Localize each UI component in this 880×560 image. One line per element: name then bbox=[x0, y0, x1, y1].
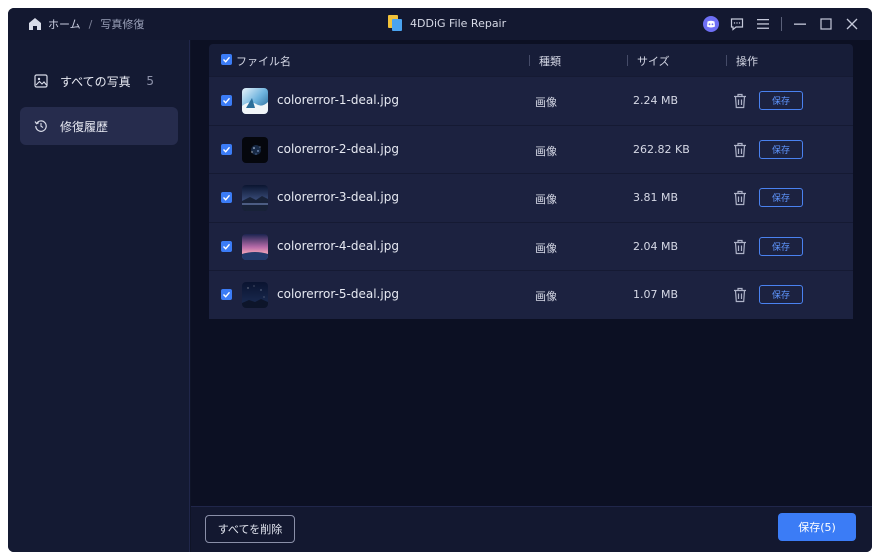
main-content: ファイル名 種類 サイズ 操作 colorerror-1-deal.jpg 画像… bbox=[191, 40, 872, 506]
column-divider bbox=[726, 55, 727, 66]
save-button[interactable]: 保存 bbox=[759, 236, 803, 256]
table-row[interactable]: colorerror-1-deal.jpg 画像 2.24 MB 保存 bbox=[209, 76, 853, 125]
file-type: 画像 bbox=[535, 290, 557, 303]
header-action: 操作 bbox=[736, 55, 758, 68]
file-name: colorerror-4-deal.jpg bbox=[277, 238, 399, 253]
table-header: ファイル名 種類 サイズ 操作 bbox=[209, 44, 853, 76]
header-type: 種類 bbox=[539, 55, 561, 68]
header-size: サイズ bbox=[637, 55, 670, 68]
row-checkbox[interactable] bbox=[221, 95, 232, 106]
app-window: ホーム / 写真修復 4DDiG File Repair すべての写真 5 修復… bbox=[8, 8, 872, 552]
breadcrumb: ホーム / 写真修復 bbox=[28, 16, 144, 32]
row-checkbox[interactable] bbox=[221, 240, 232, 252]
app-title: 4DDiG File Repair bbox=[388, 15, 506, 31]
breadcrumb-current: 写真修復 bbox=[100, 18, 145, 31]
save-button[interactable]: 保存 bbox=[759, 91, 803, 110]
footer-bar: すべてを削除 保存(5) bbox=[191, 506, 872, 552]
file-size: 2.24 MB bbox=[633, 94, 679, 107]
maximize-icon[interactable] bbox=[818, 16, 834, 32]
file-size: 262.82 KB bbox=[633, 142, 690, 156]
file-size: 2.04 MB bbox=[633, 239, 679, 253]
thumbnail-image bbox=[242, 88, 268, 114]
title-divider bbox=[781, 17, 782, 31]
sidebar-item-repair-history[interactable]: 修復履歴 bbox=[20, 107, 178, 145]
app-logo-icon bbox=[388, 15, 402, 31]
menu-icon[interactable] bbox=[755, 16, 771, 32]
minimize-icon[interactable] bbox=[792, 16, 808, 32]
breadcrumb-separator: / bbox=[88, 17, 93, 31]
trash-icon[interactable] bbox=[733, 239, 747, 255]
table-row[interactable]: colorerror-3-deal.jpg 画像 3.81 MB 保存 bbox=[209, 173, 853, 222]
history-icon bbox=[34, 120, 47, 132]
trash-icon[interactable] bbox=[733, 93, 747, 109]
trash-icon[interactable] bbox=[733, 190, 747, 206]
sidebar-item-label: 修復履歴 bbox=[60, 119, 109, 134]
save-button[interactable]: 保存 bbox=[759, 285, 803, 304]
column-divider bbox=[627, 55, 628, 66]
thumbnail-image bbox=[242, 282, 268, 308]
row-checkbox[interactable] bbox=[221, 289, 232, 300]
save-button[interactable]: 保存 bbox=[759, 139, 803, 159]
file-name: colorerror-5-deal.jpg bbox=[277, 287, 399, 301]
sidebar-item-label: すべての写真 bbox=[60, 74, 131, 89]
file-size: 1.07 MB bbox=[633, 288, 679, 301]
trash-icon[interactable] bbox=[733, 287, 747, 303]
file-type: 画像 bbox=[535, 96, 557, 109]
thumbnail-image bbox=[242, 136, 268, 163]
title-bar: ホーム / 写真修復 4DDiG File Repair bbox=[8, 8, 872, 40]
table-row[interactable]: colorerror-2-deal.jpg 画像 262.82 KB 保存 bbox=[209, 124, 853, 173]
discord-icon[interactable] bbox=[703, 16, 719, 32]
save-button[interactable]: 保存 bbox=[759, 188, 803, 207]
table-row[interactable]: colorerror-5-deal.jpg 画像 1.07 MB 保存 bbox=[209, 270, 853, 319]
home-icon[interactable] bbox=[28, 17, 42, 31]
file-type: 画像 bbox=[535, 144, 557, 158]
thumbnail-image bbox=[242, 233, 268, 260]
header-name: ファイル名 bbox=[236, 55, 291, 68]
select-all-checkbox[interactable] bbox=[221, 54, 232, 65]
save-all-button[interactable]: 保存(5) bbox=[778, 513, 856, 541]
window-controls bbox=[693, 14, 860, 34]
file-type: 画像 bbox=[535, 193, 557, 206]
file-size: 3.81 MB bbox=[633, 191, 679, 204]
photo-count: 5 bbox=[146, 74, 154, 88]
file-name: colorerror-2-deal.jpg bbox=[277, 141, 399, 156]
breadcrumb-home[interactable]: ホーム bbox=[48, 16, 81, 32]
thumbnail-image bbox=[242, 185, 268, 211]
image-icon bbox=[34, 74, 48, 88]
app-title-text: 4DDiG File Repair bbox=[410, 16, 507, 30]
row-checkbox[interactable] bbox=[221, 143, 232, 155]
row-checkbox[interactable] bbox=[221, 192, 232, 203]
table-row[interactable]: colorerror-4-deal.jpg 画像 2.04 MB 保存 bbox=[209, 221, 853, 270]
file-name: colorerror-1-deal.jpg bbox=[277, 93, 399, 107]
close-icon[interactable] bbox=[844, 16, 860, 32]
feedback-icon[interactable] bbox=[729, 16, 745, 32]
file-table: ファイル名 種類 サイズ 操作 colorerror-1-deal.jpg 画像… bbox=[209, 44, 853, 319]
trash-icon[interactable] bbox=[733, 142, 747, 158]
file-type: 画像 bbox=[535, 241, 557, 255]
file-name: colorerror-3-deal.jpg bbox=[277, 190, 399, 204]
column-divider bbox=[529, 55, 530, 66]
sidebar: すべての写真 5 修復履歴 bbox=[8, 40, 190, 552]
sidebar-item-all-photos[interactable]: すべての写真 5 bbox=[20, 62, 178, 100]
delete-all-button[interactable]: すべてを削除 bbox=[205, 515, 295, 543]
